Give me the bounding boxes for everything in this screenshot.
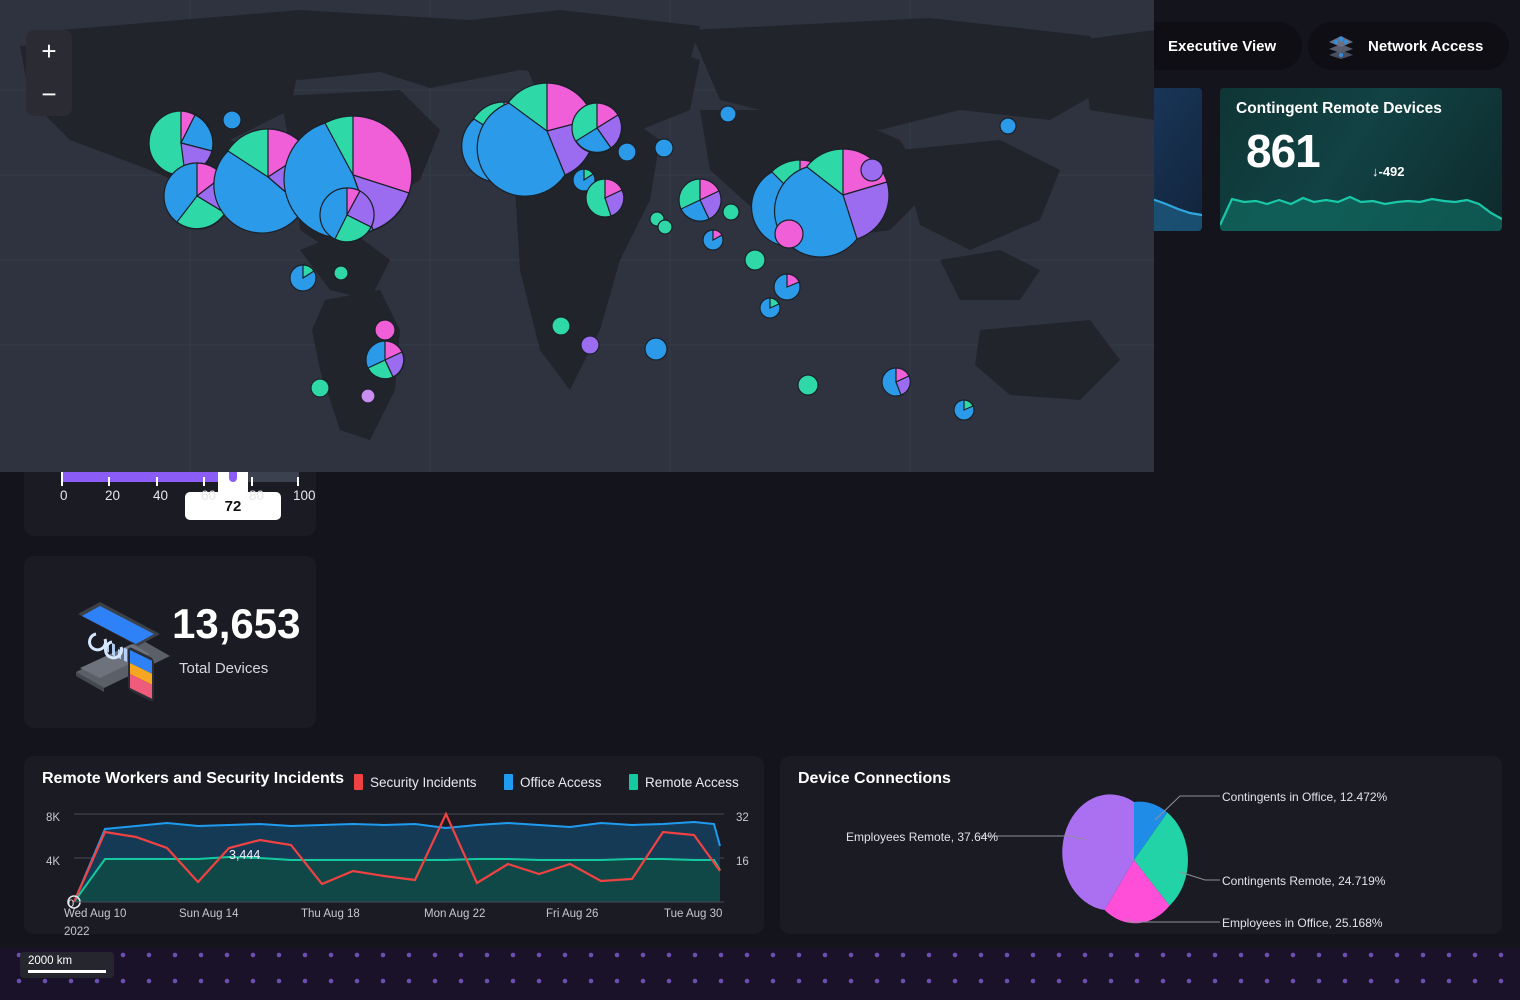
x-tick-0: Wed Aug 10: [64, 908, 126, 920]
zoom-in-button[interactable]: +: [26, 30, 72, 73]
axis-tick-80: 80: [249, 488, 264, 503]
remote-workers-chart-card: Remote Workers and Security Incidents Se…: [24, 756, 764, 934]
laptop-phone-icon: [54, 584, 174, 702]
axis-tick-60: 60: [201, 488, 216, 503]
axis-tick-20: 20: [105, 488, 120, 503]
kpi-delta: ↓-492: [1372, 164, 1405, 179]
y-axis-right-32: 32: [736, 812, 749, 824]
training-axis-labels: 0 20 40 60 80 100: [48, 488, 338, 508]
world-map[interactable]: + − 2000 km: [0, 0, 1154, 472]
legend-label: Remote Access: [645, 775, 739, 790]
x-tick-3: Mon Aug 22: [424, 908, 485, 920]
x-tick-5: Tue Aug 30: [664, 908, 722, 920]
total-devices-value: 13,653: [172, 600, 300, 648]
axis-tick-0: 0: [60, 488, 68, 503]
legend-remote-access[interactable]: Remote Access: [629, 774, 739, 790]
layers-icon: [1326, 32, 1356, 60]
kpi-delta-value: -492: [1379, 164, 1405, 179]
x-tick-4: Fri Aug 26: [546, 908, 598, 920]
y-axis-right-16: 16: [736, 856, 749, 868]
tick-40-bottom: [156, 477, 158, 486]
legend-swatch: [504, 774, 513, 790]
legend-label: Office Access: [520, 775, 602, 790]
pie-label-employees-in-office: Employees in Office, 25.168%: [1222, 916, 1383, 930]
legend-office-access[interactable]: Office Access: [504, 774, 602, 790]
kpi-sparkline: [1220, 189, 1502, 231]
y-axis-left-8k: 8K: [46, 812, 60, 824]
network-access-label: Network Access: [1368, 38, 1483, 55]
map-pie-markers: [0, 0, 1154, 472]
kpi-contingent-remote-devices[interactable]: Contingent Remote Devices 861 ↓-492: [1220, 88, 1502, 231]
x-axis-year: 2022: [64, 926, 90, 938]
pie-label-contingents-in-office: Contingents in Office, 12.472%: [1222, 790, 1387, 804]
tick-80-bottom: [251, 477, 253, 486]
tick-100-bottom: [297, 477, 299, 486]
device-connections-card: Device Connections Contingents in Office…: [780, 756, 1502, 934]
kpi-title: Contingent Remote Devices: [1236, 100, 1442, 118]
tick-20-bottom: [108, 477, 110, 486]
axis-tick-40: 40: [153, 488, 168, 503]
dashboard-root: Employee Device Security Executive View: [0, 0, 1520, 1000]
zoom-out-button[interactable]: −: [26, 73, 72, 116]
legend-swatch: [354, 774, 363, 790]
x-tick-2: Thu Aug 18: [301, 908, 360, 920]
legend-security-incidents[interactable]: Security Incidents: [354, 774, 477, 790]
legend-swatch: [629, 774, 638, 790]
x-tick-1: Sun Aug 14: [179, 908, 238, 920]
pie-label-contingents-remote: Contingents Remote, 24.719%: [1222, 874, 1385, 888]
remote-workers-plot: 0: [24, 802, 764, 926]
tick-60-bottom: [203, 477, 205, 486]
total-devices-card: 13,653 Total Devices: [24, 556, 316, 728]
legend-label: Security Incidents: [370, 775, 477, 790]
executive-view-label: Executive View: [1168, 38, 1276, 55]
map-zoom-controls[interactable]: + −: [26, 30, 72, 116]
total-devices-label: Total Devices: [179, 660, 268, 677]
axis-tick-100: 100: [293, 488, 316, 503]
kpi-value: 861: [1246, 124, 1320, 178]
series-annotation: 3,444: [229, 848, 260, 862]
remote-workers-title: Remote Workers and Security Incidents: [42, 770, 344, 788]
pie-label-employees-remote: Employees Remote, 37.64%: [846, 830, 998, 844]
network-access-button[interactable]: Network Access: [1308, 22, 1509, 70]
y-axis-left-4k: 4K: [46, 856, 60, 868]
device-connections-pie: [780, 756, 1502, 934]
